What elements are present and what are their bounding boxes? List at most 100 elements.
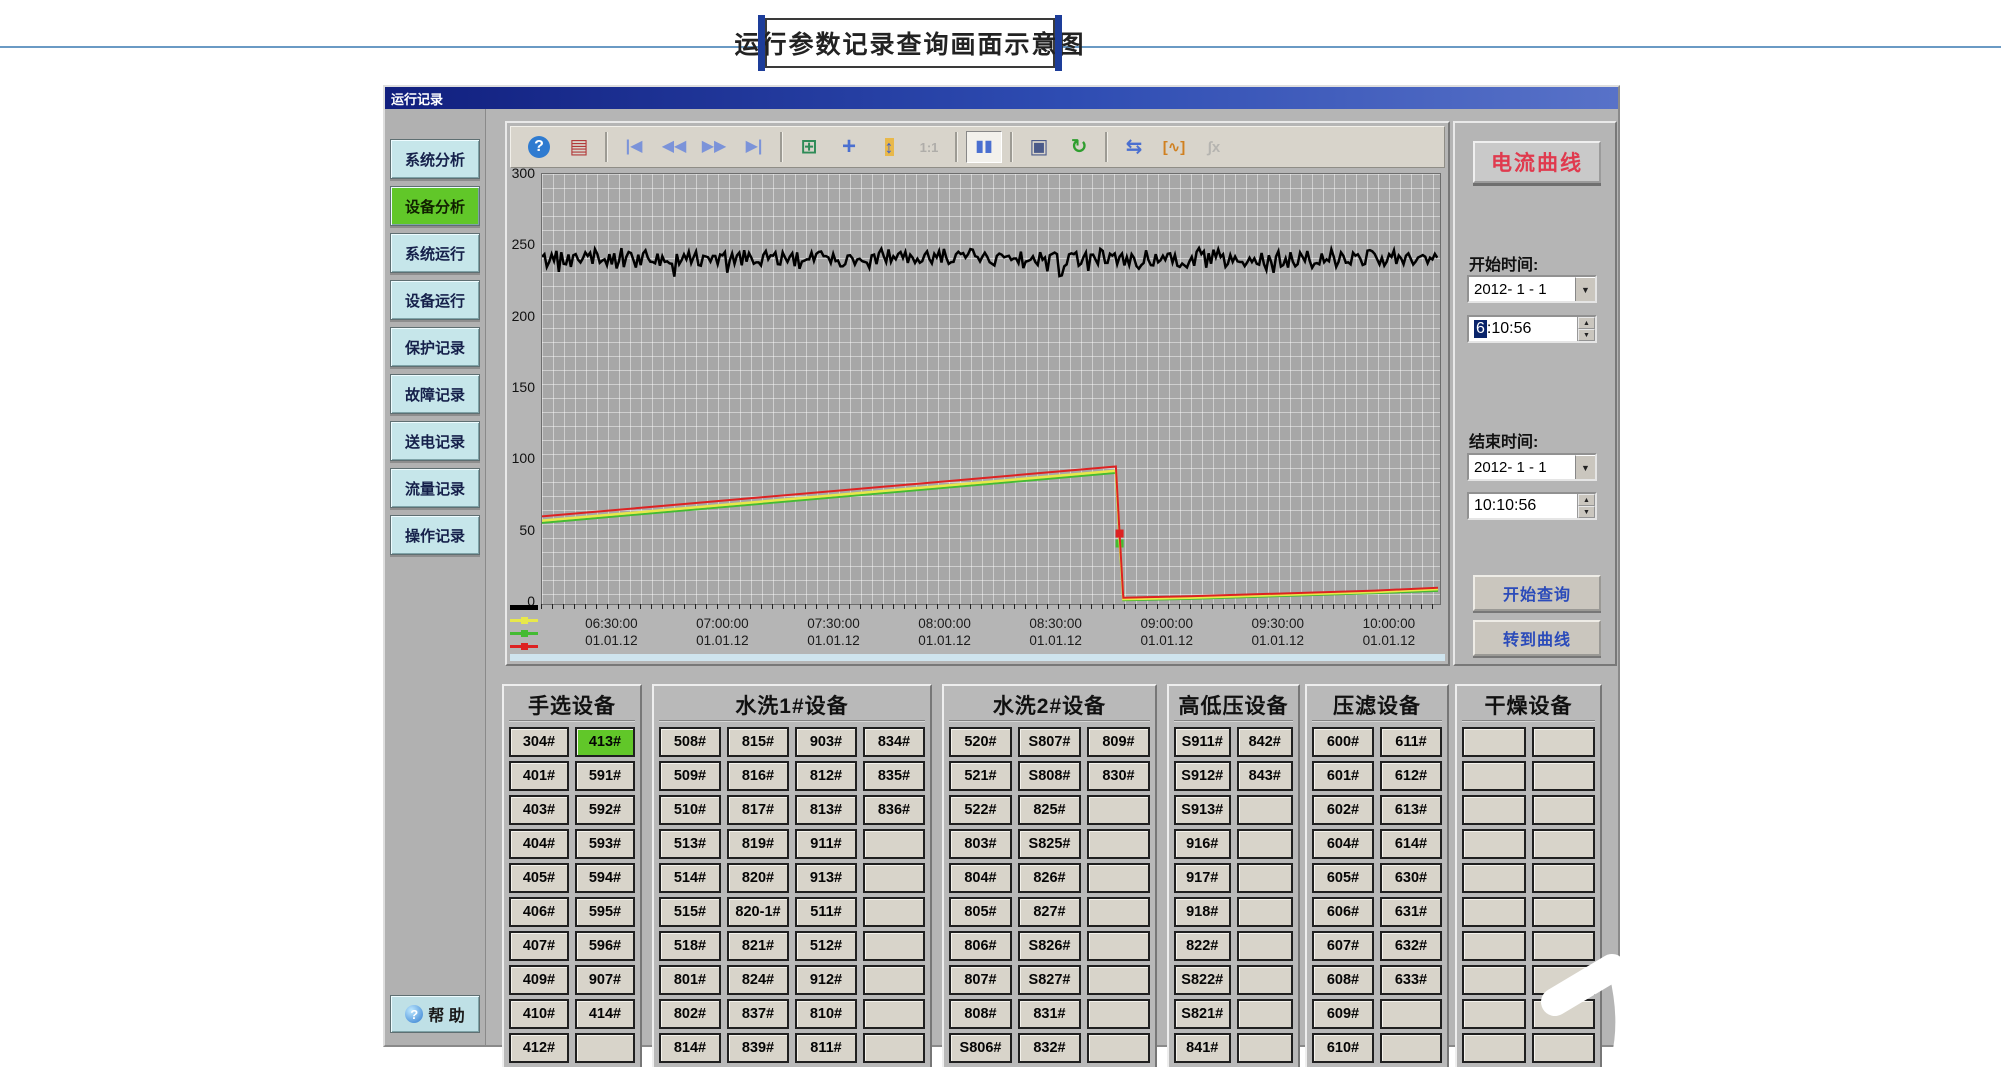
device-button-empty[interactable] xyxy=(1532,829,1596,859)
device-button-empty[interactable] xyxy=(1462,965,1526,995)
device-button-S807#[interactable]: S807# xyxy=(1018,727,1081,757)
device-button-630#[interactable]: 630# xyxy=(1380,863,1442,893)
device-button-803#[interactable]: 803# xyxy=(949,829,1012,859)
device-button-831#[interactable]: 831# xyxy=(1018,999,1081,1029)
device-button-612#[interactable]: 612# xyxy=(1380,761,1442,791)
device-button-empty[interactable] xyxy=(575,1033,635,1063)
print-icon[interactable]: ▣ xyxy=(1021,131,1057,163)
device-button-607#[interactable]: 607# xyxy=(1312,931,1374,961)
device-button-empty[interactable] xyxy=(1087,965,1150,995)
window-titlebar[interactable]: 运行记录 xyxy=(385,87,1618,109)
device-button-514#[interactable]: 514# xyxy=(659,863,721,893)
device-button-empty[interactable] xyxy=(863,897,925,927)
device-button-empty[interactable] xyxy=(1462,863,1526,893)
device-button-empty[interactable] xyxy=(1237,897,1294,927)
start-time-spin-down-icon[interactable]: ▼ xyxy=(1578,329,1595,341)
device-button-empty[interactable] xyxy=(1532,931,1596,961)
sidebar-item-故障记录[interactable]: 故障记录 xyxy=(390,374,480,414)
device-button-631#[interactable]: 631# xyxy=(1380,897,1442,927)
device-button-510#[interactable]: 510# xyxy=(659,795,721,825)
device-button-412#[interactable]: 412# xyxy=(509,1033,569,1063)
device-button-empty[interactable] xyxy=(1462,897,1526,927)
device-button-empty[interactable] xyxy=(1380,999,1442,1029)
device-button-304#[interactable]: 304# xyxy=(509,727,569,757)
device-button-819#[interactable]: 819# xyxy=(727,829,789,859)
device-button-empty[interactable] xyxy=(1087,829,1150,859)
device-button-508#[interactable]: 508# xyxy=(659,727,721,757)
device-button-empty[interactable] xyxy=(1462,931,1526,961)
device-button-913#[interactable]: 913# xyxy=(795,863,857,893)
device-button-522#[interactable]: 522# xyxy=(949,795,1012,825)
device-button-811#[interactable]: 811# xyxy=(795,1033,857,1063)
help-icon[interactable]: ? xyxy=(521,131,557,163)
device-button-405#[interactable]: 405# xyxy=(509,863,569,893)
device-button-521#[interactable]: 521# xyxy=(949,761,1012,791)
start-date-dropdown-icon[interactable]: ▼ xyxy=(1575,277,1595,301)
end-time-spin-down-icon[interactable]: ▼ xyxy=(1578,506,1595,518)
device-button-S825#[interactable]: S825# xyxy=(1018,829,1081,859)
device-button-empty[interactable] xyxy=(863,999,925,1029)
device-button-empty[interactable] xyxy=(1380,1033,1442,1063)
device-button-414#[interactable]: 414# xyxy=(575,999,635,1029)
device-button-916#[interactable]: 916# xyxy=(1174,829,1231,859)
sidebar-item-设备分析[interactable]: 设备分析 xyxy=(390,186,480,226)
device-button-595#[interactable]: 595# xyxy=(575,897,635,927)
help-button[interactable]: ? 帮 助 xyxy=(390,995,480,1033)
device-button-S822#[interactable]: S822# xyxy=(1174,965,1231,995)
device-button-empty[interactable] xyxy=(1532,795,1596,825)
end-time-spin-up-icon[interactable]: ▲ xyxy=(1578,494,1595,506)
device-button-403#[interactable]: 403# xyxy=(509,795,569,825)
device-button-empty[interactable] xyxy=(863,829,925,859)
device-button-empty[interactable] xyxy=(1462,1033,1526,1063)
device-button-602#[interactable]: 602# xyxy=(1312,795,1374,825)
device-button-812#[interactable]: 812# xyxy=(795,761,857,791)
device-button-empty[interactable] xyxy=(863,965,925,995)
sidebar-item-保护记录[interactable]: 保护记录 xyxy=(390,327,480,367)
device-button-594#[interactable]: 594# xyxy=(575,863,635,893)
device-button-837#[interactable]: 837# xyxy=(727,999,789,1029)
end-date-combobox[interactable]: 2012- 1 - 1 ▼ xyxy=(1467,453,1597,481)
device-button-592#[interactable]: 592# xyxy=(575,795,635,825)
device-button-817#[interactable]: 817# xyxy=(727,795,789,825)
report-icon[interactable]: ▤ xyxy=(561,131,597,163)
start-date-combobox[interactable]: 2012- 1 - 1 ▼ xyxy=(1467,275,1597,303)
fast-rewind-icon[interactable]: ◀◀ xyxy=(656,131,692,163)
device-button-601#[interactable]: 601# xyxy=(1312,761,1374,791)
device-button-596#[interactable]: 596# xyxy=(575,931,635,961)
zoom-icon[interactable]: ⊞ xyxy=(791,131,827,163)
device-button-827#[interactable]: 827# xyxy=(1018,897,1081,927)
device-button-S826#[interactable]: S826# xyxy=(1018,931,1081,961)
start-query-button[interactable]: 开始查询 xyxy=(1473,575,1601,611)
device-button-832#[interactable]: 832# xyxy=(1018,1033,1081,1063)
device-button-611#[interactable]: 611# xyxy=(1380,727,1442,757)
device-button-empty[interactable] xyxy=(1237,931,1294,961)
device-button-S912#[interactable]: S912# xyxy=(1174,761,1231,791)
device-button-401#[interactable]: 401# xyxy=(509,761,569,791)
device-button-825#[interactable]: 825# xyxy=(1018,795,1081,825)
device-button-822#[interactable]: 822# xyxy=(1174,931,1231,961)
device-button-empty[interactable] xyxy=(1087,1033,1150,1063)
device-button-836#[interactable]: 836# xyxy=(863,795,925,825)
device-button-813#[interactable]: 813# xyxy=(795,795,857,825)
device-button-empty[interactable] xyxy=(863,863,925,893)
pan-icon[interactable]: + xyxy=(831,131,867,163)
curve-bracket-icon[interactable]: [∿] xyxy=(1156,131,1192,163)
device-button-empty[interactable] xyxy=(1237,795,1294,825)
device-button-610#[interactable]: 610# xyxy=(1312,1033,1374,1063)
device-button-804#[interactable]: 804# xyxy=(949,863,1012,893)
device-button-511#[interactable]: 511# xyxy=(795,897,857,927)
device-button-509#[interactable]: 509# xyxy=(659,761,721,791)
device-button-empty[interactable] xyxy=(1087,999,1150,1029)
device-button-empty[interactable] xyxy=(1532,761,1596,791)
device-button-empty[interactable] xyxy=(863,931,925,961)
device-button-empty[interactable] xyxy=(1462,727,1526,757)
device-button-406#[interactable]: 406# xyxy=(509,897,569,927)
goto-curve-button[interactable]: 转到曲线 xyxy=(1473,620,1601,656)
device-button-810#[interactable]: 810# xyxy=(795,999,857,1029)
device-button-empty[interactable] xyxy=(1087,863,1150,893)
device-button-814#[interactable]: 814# xyxy=(659,1033,721,1063)
fast-forward-icon[interactable]: ▶▶ xyxy=(696,131,732,163)
start-time-spinner[interactable]: 6 :10:56 ▲ ▼ xyxy=(1467,315,1597,343)
device-button-empty[interactable] xyxy=(1462,829,1526,859)
device-button-839#[interactable]: 839# xyxy=(727,1033,789,1063)
